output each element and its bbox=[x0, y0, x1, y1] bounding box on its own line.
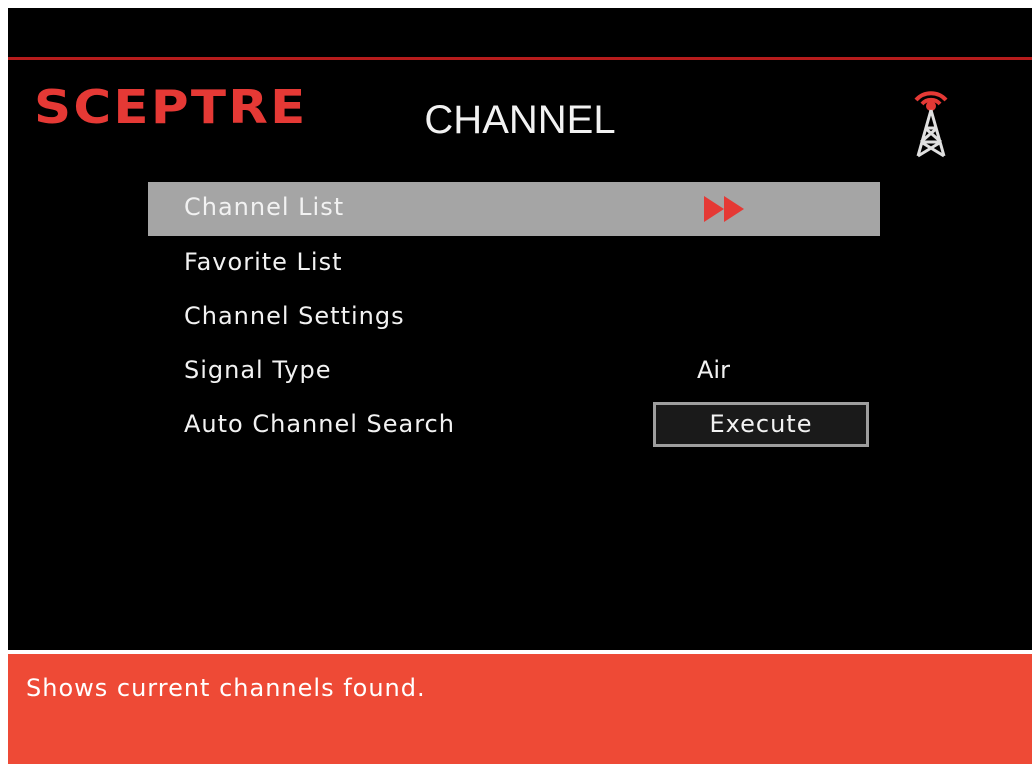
header-divider bbox=[8, 57, 1032, 60]
double-arrow-right-icon bbox=[704, 196, 744, 222]
page-title: CHANNEL bbox=[424, 98, 616, 142]
menu-item-channel-settings[interactable]: Channel Settings bbox=[148, 291, 880, 345]
menu-item-label: Auto Channel Search bbox=[184, 410, 455, 438]
execute-button[interactable]: Execute bbox=[653, 402, 869, 447]
menu-item-channel-list[interactable]: Channel List bbox=[148, 182, 880, 236]
help-bar: Shows current channels found. bbox=[8, 650, 1032, 764]
menu-item-auto-channel-search[interactable]: Auto Channel Search Execute bbox=[148, 399, 880, 453]
menu-item-signal-type[interactable]: Signal Type Air bbox=[148, 345, 880, 399]
menu-item-label: Channel List bbox=[184, 193, 345, 221]
menu-item-label: Favorite List bbox=[184, 248, 343, 276]
help-text: Shows current channels found. bbox=[26, 674, 426, 702]
tv-screen: SCEPTRE CHANNEL Channel List Favorite Li… bbox=[8, 8, 1032, 764]
antenna-tower-icon bbox=[914, 91, 948, 158]
signal-type-value: Air bbox=[697, 356, 730, 384]
menu-item-label: Channel Settings bbox=[184, 302, 405, 330]
menu-item-favorite-list[interactable]: Favorite List bbox=[148, 237, 880, 291]
menu-item-label: Signal Type bbox=[184, 356, 332, 384]
